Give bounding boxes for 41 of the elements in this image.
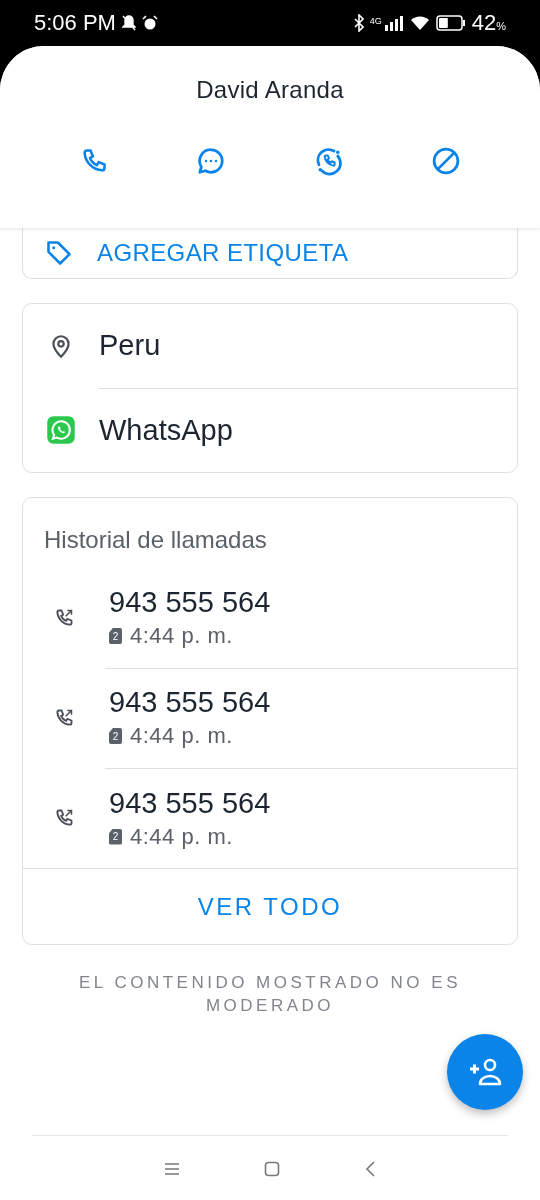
whatsapp-label: WhatsApp xyxy=(99,412,234,448)
menu-icon xyxy=(164,1161,180,1176)
muted-bell-icon xyxy=(121,15,136,31)
contact-name: David Aranda xyxy=(196,76,344,104)
signal-icon xyxy=(383,15,404,31)
home-icon xyxy=(264,1160,280,1177)
alarm-icon xyxy=(141,15,158,31)
home-nav-button[interactable] xyxy=(264,1160,280,1177)
sim-icon: 2 xyxy=(109,828,122,845)
tag-icon xyxy=(45,239,73,267)
phone-number: 943 555 564 xyxy=(109,586,272,619)
menu-nav-button[interactable] xyxy=(164,1161,180,1176)
phone-number: 943 555 564 xyxy=(109,686,272,719)
call-time: 4:44 p. m. xyxy=(130,723,233,749)
outgoing-call-icon xyxy=(54,708,74,728)
add-tag-button[interactable]: AGREGAR ETIQUETA xyxy=(23,228,517,278)
network-type: 4G xyxy=(369,16,382,26)
view-all-button[interactable]: VER TODO xyxy=(23,868,517,944)
battery-icon xyxy=(435,15,466,31)
call-history-title: Historial de llamadas xyxy=(43,525,268,555)
battery-percent: 42 xyxy=(471,10,497,36)
back-nav-button[interactable] xyxy=(364,1160,376,1177)
bluetooth-icon xyxy=(353,14,364,32)
sim-icon: 2 xyxy=(109,728,122,744)
status-time: 5:06 PM xyxy=(34,10,116,36)
location-text: Peru xyxy=(99,303,517,389)
outgoing-call-icon xyxy=(54,808,74,828)
call-time: 4:44 p. m. xyxy=(130,623,233,649)
whatsapp-icon xyxy=(46,415,76,445)
back-icon xyxy=(364,1160,376,1177)
phone-number: 943 555 564 xyxy=(109,786,272,820)
wifi-icon xyxy=(409,15,430,31)
add-person-icon xyxy=(468,1057,502,1087)
block-icon xyxy=(431,146,462,176)
call-time: 4:44 p. m. xyxy=(130,823,233,850)
sim-icon: 2 xyxy=(109,628,122,644)
percent-sign: % xyxy=(496,20,506,32)
chat-bubble-icon xyxy=(196,146,227,176)
add-contact-button[interactable] xyxy=(447,1034,523,1110)
outgoing-call-icon xyxy=(54,608,74,628)
moderation-notice: EL CONTENIDO MOSTRADO NO ES MODERADO xyxy=(78,972,462,1017)
